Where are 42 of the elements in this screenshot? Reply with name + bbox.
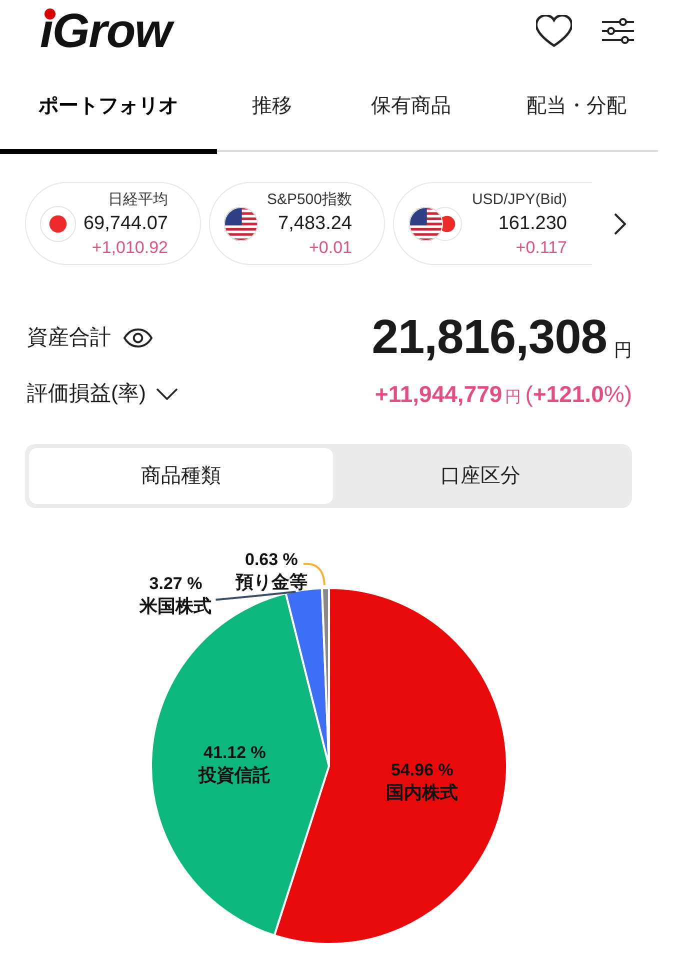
currency-unit: 円 — [505, 388, 522, 408]
market-index-card[interactable]: 日経平均 69,744.07 +1,010.92 — [25, 182, 201, 265]
slice-percent-label: 41.12 % — [204, 742, 266, 762]
tab[interactable]: ポートフォリオ — [0, 62, 217, 154]
index-value: 161.230 — [498, 212, 567, 236]
chevron-down-icon[interactable] — [156, 388, 178, 400]
us-flag-icon — [224, 206, 258, 240]
index-value: 69,744.07 — [83, 212, 168, 236]
slice-name-label: 預り金等 — [235, 572, 308, 592]
logo: iGrow — [40, 5, 178, 57]
total-assets-label: 資産合計 — [27, 325, 111, 352]
heart-icon[interactable] — [536, 15, 572, 47]
index-change: +1,010.92 — [92, 236, 168, 258]
slice-name-label: 国内株式 — [386, 782, 458, 803]
index-name: S&P500指数 — [266, 190, 352, 210]
index-name: 日経平均 — [108, 190, 168, 210]
unrealized-gain-label: 評価損益(率) — [27, 381, 146, 408]
japan-flag-icon — [40, 206, 76, 242]
slice-percent-label: 3.27 % — [149, 574, 202, 593]
tab[interactable]: 推移 — [217, 62, 327, 154]
segment-tab[interactable]: 商品種類 — [29, 448, 333, 504]
index-value: 7,483.24 — [278, 212, 352, 236]
segment-tab[interactable]: 口座区分 — [333, 448, 628, 504]
slice-name-label: 米国株式 — [140, 596, 212, 616]
chevron-right-icon[interactable] — [614, 212, 626, 234]
index-name: USD/JPY(Bid) — [472, 190, 567, 210]
us-japan-flags-icon — [409, 206, 463, 240]
index-change: +0.01 — [308, 236, 352, 258]
tab[interactable]: 保有商品 — [327, 62, 495, 154]
slice-name-label: 投資信託 — [198, 764, 271, 785]
total-assets-amount: 21,816,308 — [372, 314, 607, 362]
market-index-card[interactable]: S&P500指数 7,483.24 +0.01 — [209, 182, 385, 265]
slice-percent-label: 0.63 % — [245, 550, 298, 570]
index-change: +0.117 — [516, 236, 567, 258]
currency-unit: 円 — [614, 341, 632, 359]
tab[interactable]: 配当・分配 — [495, 62, 658, 154]
market-index-card[interactable]: USD/JPY(Bid) 161.230 +0.117 — [393, 182, 592, 265]
eye-icon[interactable] — [123, 328, 153, 348]
unrealized-gain-rate: (+121.0%) — [525, 380, 632, 409]
unrealized-gain-amount: +11,944,779 — [374, 380, 502, 409]
settings-sliders-icon[interactable] — [602, 18, 634, 44]
slice-percent-label: 54.96 % — [391, 760, 454, 780]
